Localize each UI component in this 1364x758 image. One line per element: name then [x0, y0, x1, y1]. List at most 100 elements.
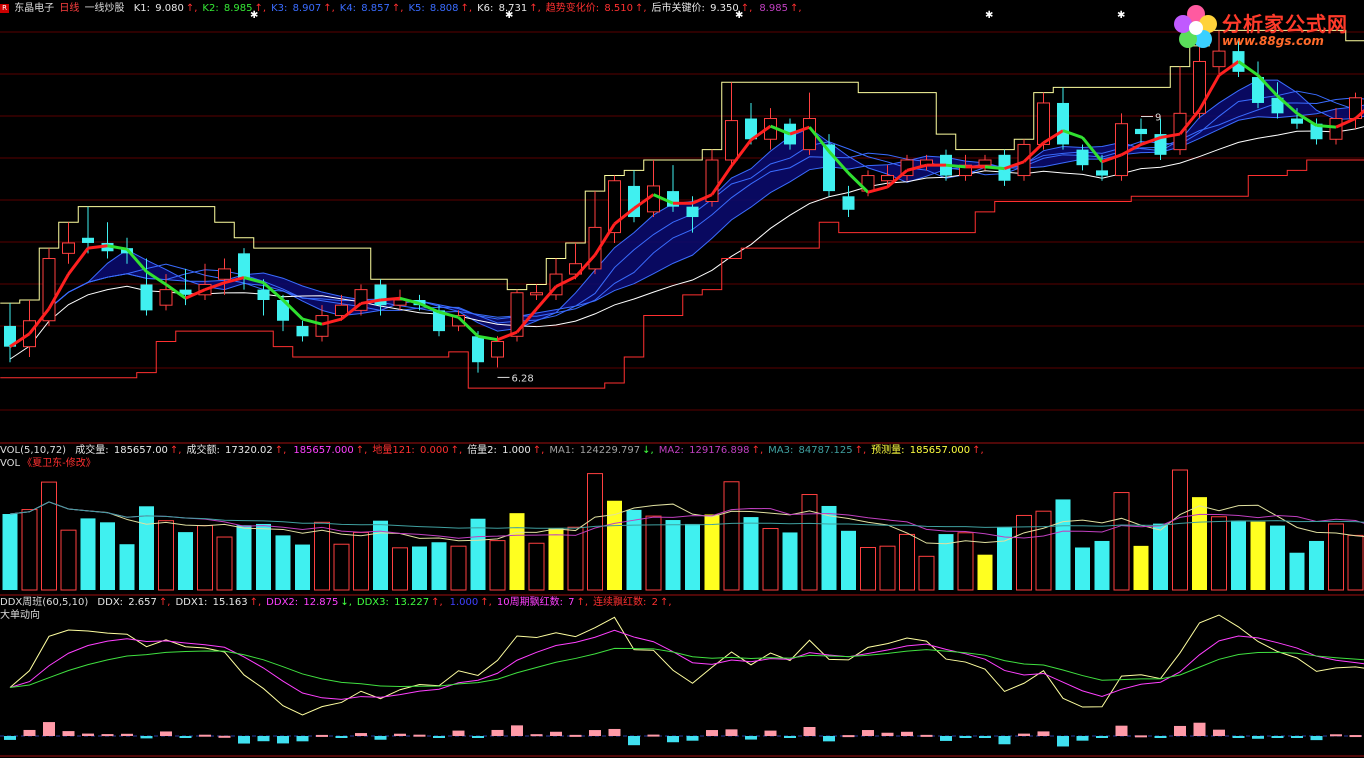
- volume-bar[interactable]: [1250, 521, 1266, 590]
- volume-bar[interactable]: [860, 546, 876, 591]
- volume-bar[interactable]: [841, 530, 856, 590]
- candle[interactable]: [179, 268, 192, 306]
- ddx-bar[interactable]: [1232, 736, 1245, 738]
- ddx-bar[interactable]: [1193, 722, 1206, 736]
- candle[interactable]: [101, 222, 114, 259]
- ddx-bar[interactable]: [1349, 735, 1362, 738]
- volume-bar[interactable]: [665, 520, 681, 590]
- volume-bar[interactable]: [1075, 547, 1090, 590]
- candle[interactable]: [842, 185, 855, 218]
- ddx-bar[interactable]: [1057, 736, 1069, 747]
- volume-bar[interactable]: [548, 528, 564, 590]
- volume-bar[interactable]: [821, 505, 837, 590]
- volume-bar[interactable]: [314, 521, 330, 591]
- candle[interactable]: [1135, 118, 1147, 145]
- ddx-bar[interactable]: [277, 736, 289, 744]
- volume-bar[interactable]: [977, 554, 993, 590]
- ddx-bar[interactable]: [1018, 733, 1030, 736]
- volume-bar[interactable]: [1035, 510, 1052, 591]
- volume-bar[interactable]: [587, 473, 603, 591]
- ddx-bar[interactable]: [725, 729, 738, 736]
- ddx-bar[interactable]: [238, 736, 250, 744]
- volume-bar[interactable]: [723, 481, 740, 591]
- volume-bar[interactable]: [139, 506, 154, 590]
- ddx-bar[interactable]: [667, 736, 679, 743]
- ddx-bar[interactable]: [1310, 736, 1323, 741]
- ddx-bar[interactable]: [374, 736, 387, 740]
- ddx-panel[interactable]: [4, 614, 1364, 747]
- ddx-bar[interactable]: [901, 731, 913, 736]
- candle[interactable]: [647, 160, 660, 218]
- ddx-bar[interactable]: [784, 736, 796, 738]
- ddx-bar[interactable]: [199, 734, 211, 737]
- ddx-bar[interactable]: [998, 736, 1011, 745]
- volume-bar[interactable]: [392, 547, 408, 591]
- ddx-bar[interactable]: [550, 731, 562, 736]
- ddx-bar[interactable]: [218, 735, 231, 738]
- logo-url[interactable]: www.88gs.com: [1222, 34, 1324, 48]
- ddx-bar[interactable]: [4, 736, 16, 740]
- ddx-bar[interactable]: [1037, 731, 1050, 736]
- ddx-bar[interactable]: [140, 736, 153, 739]
- volume-bar[interactable]: [470, 518, 486, 590]
- ddx-bar[interactable]: [394, 733, 406, 736]
- ddx-bar[interactable]: [881, 732, 894, 736]
- ddx-bar[interactable]: [686, 736, 699, 741]
- ddx-bar[interactable]: [257, 736, 270, 742]
- ddx-bar[interactable]: [335, 736, 348, 738]
- volume-bar[interactable]: [1309, 540, 1324, 590]
- volume-bar[interactable]: [197, 525, 213, 591]
- volume-bar[interactable]: [412, 546, 427, 590]
- ddx-bar[interactable]: [1096, 736, 1108, 738]
- stock-chart[interactable]: 6.28 9 ✱ ✱ ✱ ✱ ✱ R 东晶电子 日线 一线炒股 K1: 9.080 ↑, K2:…: [0, 0, 1364, 758]
- ddx-bar[interactable]: [862, 730, 874, 736]
- ddx-bar[interactable]: [491, 729, 504, 736]
- volume-bar[interactable]: [782, 532, 798, 590]
- volume-bar[interactable]: [1172, 469, 1188, 591]
- ddx-bar[interactable]: [82, 733, 94, 736]
- ddx-bar[interactable]: [764, 730, 777, 736]
- volume-bar[interactable]: [704, 514, 720, 590]
- ddx-bar[interactable]: [842, 735, 855, 738]
- volume-bar[interactable]: [1211, 516, 1227, 591]
- ddx-bar[interactable]: [647, 734, 660, 737]
- volume-bar[interactable]: [60, 529, 77, 591]
- volume-bar[interactable]: [1270, 525, 1285, 590]
- candle[interactable]: [4, 303, 16, 363]
- volume-bar[interactable]: [489, 540, 506, 591]
- ddx-bar[interactable]: [940, 736, 952, 741]
- volume-bar[interactable]: [762, 528, 779, 591]
- ddx-bar[interactable]: [608, 728, 621, 736]
- ddx-bar[interactable]: [179, 736, 192, 738]
- ddx-bar[interactable]: [452, 730, 465, 736]
- volume-bar[interactable]: [119, 544, 135, 590]
- volume-bar[interactable]: [918, 555, 935, 591]
- period-label[interactable]: 日线: [59, 3, 79, 14]
- volume-bar[interactable]: [509, 513, 525, 590]
- ddx-bar[interactable]: [316, 734, 328, 737]
- ddx-bar[interactable]: [569, 734, 582, 737]
- ddx-bar[interactable]: [823, 736, 835, 742]
- candle[interactable]: [667, 165, 679, 212]
- volume-bar[interactable]: [1231, 520, 1246, 590]
- volume-bar[interactable]: [2, 514, 18, 590]
- ddx-bar[interactable]: [1174, 725, 1186, 736]
- volume-bar[interactable]: [1113, 492, 1130, 591]
- candle[interactable]: [803, 92, 816, 155]
- ddx-bar[interactable]: [296, 736, 309, 742]
- ddx-bar[interactable]: [589, 730, 601, 736]
- ddx-bar[interactable]: [413, 734, 426, 737]
- candle[interactable]: [725, 82, 738, 166]
- volume-bar[interactable]: [21, 509, 38, 591]
- ddx-bar[interactable]: [472, 736, 484, 738]
- chart-canvas[interactable]: 6.289✱ ✱ ✱ ✱ ✱: [0, 0, 1364, 758]
- volume-bar[interactable]: [1153, 523, 1168, 590]
- vol-name[interactable]: VOL(5,10,72): [0, 445, 66, 456]
- ddx-bar[interactable]: [43, 722, 55, 736]
- candle[interactable]: [628, 170, 640, 223]
- volume-bar[interactable]: [879, 545, 896, 591]
- volume-bar[interactable]: [450, 545, 467, 591]
- volume-bar[interactable]: [685, 523, 700, 590]
- volume-bar[interactable]: [1289, 552, 1305, 590]
- volume-bar[interactable]: [1347, 534, 1364, 591]
